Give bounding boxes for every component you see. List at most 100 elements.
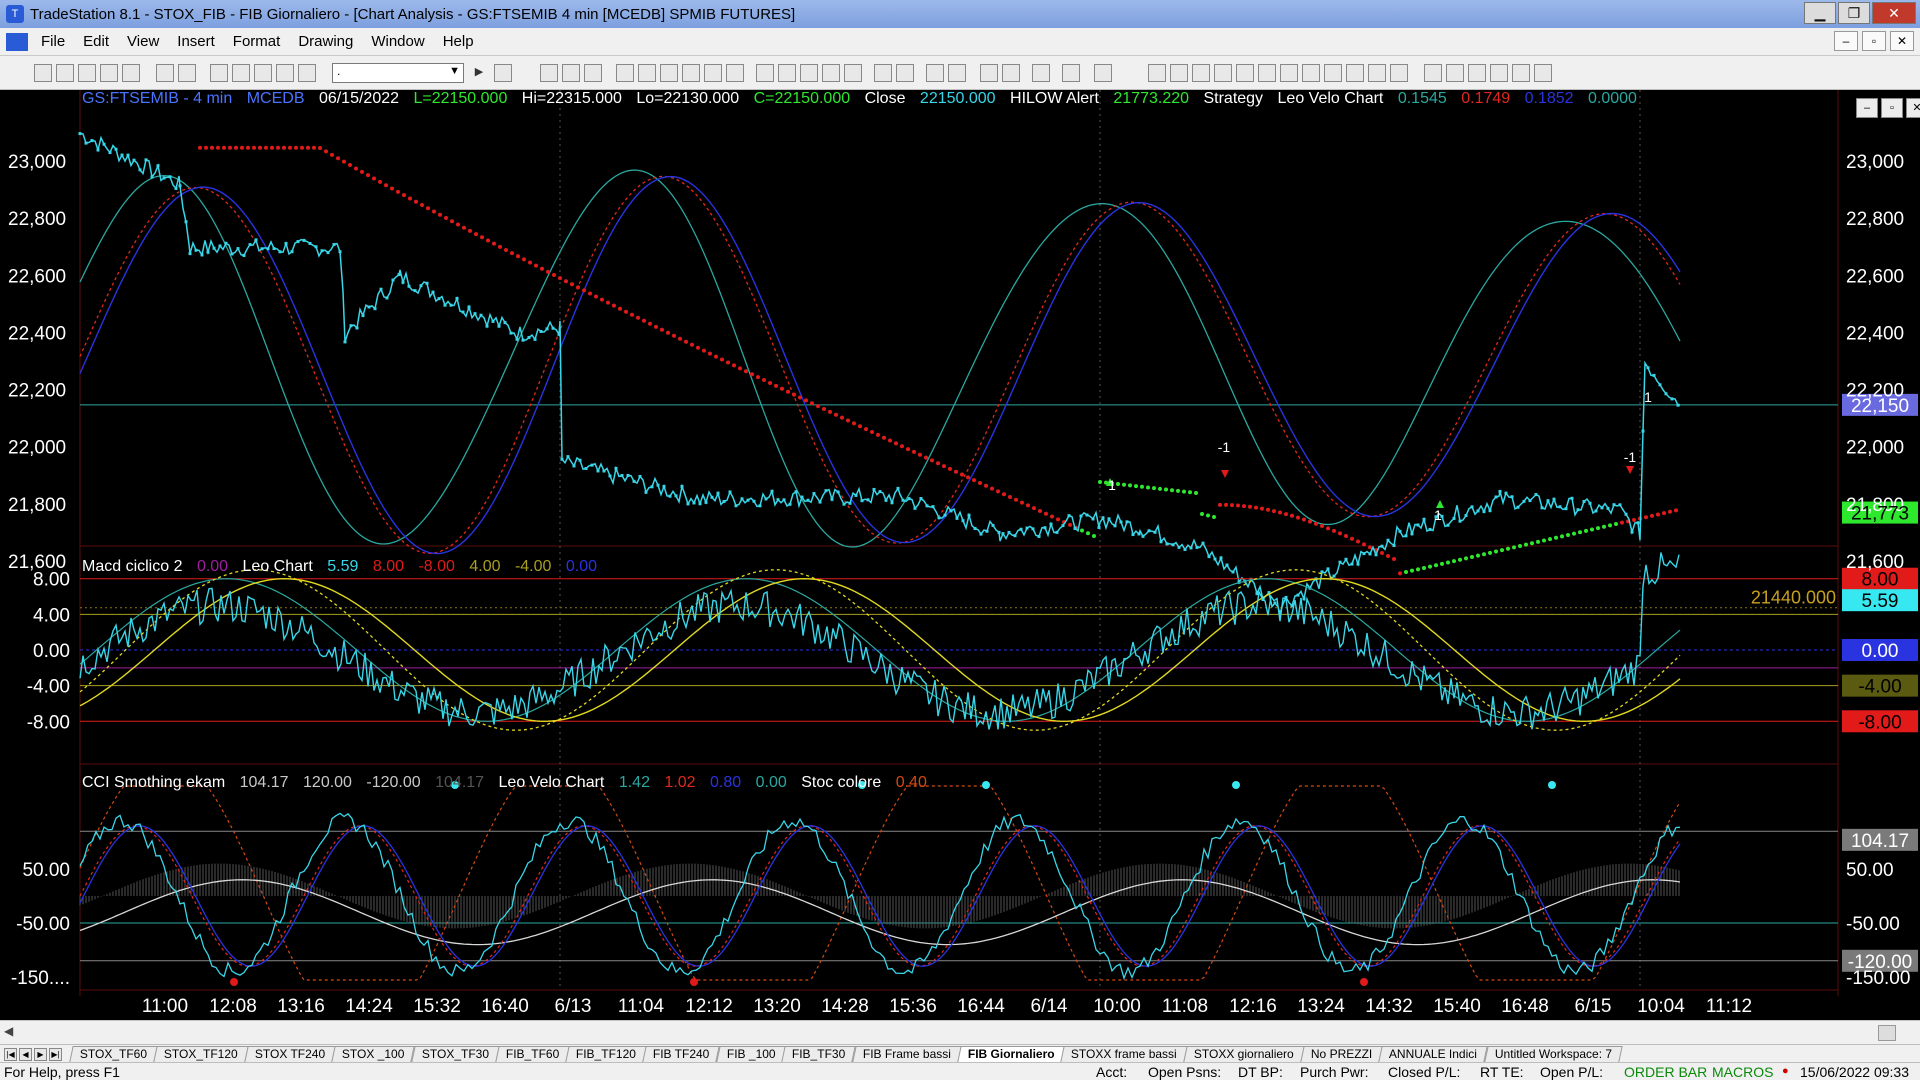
close-button[interactable]: ✕ xyxy=(1872,2,1916,24)
scroll-left-arrow-icon[interactable]: ◀ xyxy=(4,1024,13,1038)
workspace-tab[interactable]: FIB Giornaliero xyxy=(957,1046,1066,1062)
regression-icon[interactable] xyxy=(1324,64,1342,82)
workspace-tab[interactable]: STOXX frame bassi xyxy=(1060,1046,1189,1062)
crosshair-icon[interactable] xyxy=(1002,64,1020,82)
gann-fan-icon[interactable] xyxy=(1214,64,1232,82)
arrow-down-icon[interactable] xyxy=(1446,64,1464,82)
zoom-out-icon[interactable] xyxy=(948,64,966,82)
play-icon[interactable]: ▶ xyxy=(470,64,488,82)
workspace-tab[interactable]: STOX TF240 xyxy=(244,1046,336,1062)
chart-analysis-window[interactable]: -1 1 1 -1 1 23,000 23,000 22,800 22,800 22,600 22,… xyxy=(0,90,1920,1020)
pane-close-button[interactable]: ✕ xyxy=(1906,98,1920,118)
menu-insert[interactable]: Insert xyxy=(168,33,224,50)
tab-prev-button[interactable]: ◀ xyxy=(19,1047,32,1061)
rectangle-icon[interactable] xyxy=(1512,64,1530,82)
workspace-tab[interactable]: Untitled Workspace: 7 xyxy=(1483,1046,1623,1062)
format-symbol-icon[interactable] xyxy=(494,64,512,82)
point-figure-icon[interactable] xyxy=(822,64,840,82)
channel-icon[interactable] xyxy=(1302,64,1320,82)
tab-first-button[interactable]: |◀ xyxy=(4,1047,17,1061)
hammer-icon[interactable] xyxy=(1032,64,1050,82)
candlestick-icon[interactable] xyxy=(778,64,796,82)
menu-edit[interactable]: Edit xyxy=(74,33,118,50)
workspace-tab[interactable]: FIB _100 xyxy=(716,1046,787,1062)
new-icon[interactable] xyxy=(34,64,52,82)
workspace-tab[interactable]: STOX_TF120 xyxy=(153,1046,249,1062)
open-icon[interactable] xyxy=(56,64,74,82)
workspace-tab[interactable]: STOX_TF60 xyxy=(69,1046,158,1062)
tab-next-button[interactable]: ▶ xyxy=(34,1047,47,1061)
paintbar-icon[interactable] xyxy=(682,64,700,82)
trendline-icon[interactable] xyxy=(1148,64,1166,82)
pane-minimize-button[interactable]: – xyxy=(1856,98,1878,118)
horizontal-scrollbar[interactable]: ◀ xyxy=(0,1020,1920,1044)
title-bar[interactable]: T TradeStation 8.1 - STOX_FIB - FIB Gior… xyxy=(0,0,1920,28)
line-chart-icon[interactable] xyxy=(800,64,818,82)
symbol-dropdown[interactable]: . ▼ xyxy=(332,63,464,83)
maximize-button[interactable]: ❐ xyxy=(1838,2,1870,24)
workspace-tab[interactable]: No PREZZI xyxy=(1300,1046,1384,1062)
fib-fan-icon[interactable] xyxy=(1258,64,1276,82)
lock-icon[interactable] xyxy=(254,64,272,82)
mdi-restore-button[interactable]: ▫ xyxy=(1862,31,1886,51)
cut-icon[interactable] xyxy=(210,64,228,82)
workspace-tab[interactable]: STOXX giornaliero xyxy=(1183,1046,1305,1062)
speedline-icon[interactable] xyxy=(1236,64,1254,82)
pencil-icon[interactable] xyxy=(1390,64,1408,82)
pane-restore-button[interactable]: ▫ xyxy=(1881,98,1903,118)
menu-view[interactable]: View xyxy=(118,33,168,50)
arrow-icon[interactable] xyxy=(1346,64,1364,82)
workspace-tab[interactable]: FIB_TF120 xyxy=(565,1046,647,1062)
chart-window-icon[interactable] xyxy=(6,32,28,51)
zoom-in-icon[interactable] xyxy=(926,64,944,82)
copy-icon[interactable] xyxy=(232,64,250,82)
bar-chart-icon[interactable] xyxy=(756,64,774,82)
alert-icon[interactable] xyxy=(1062,64,1080,82)
menu-help[interactable]: Help xyxy=(434,33,483,50)
workspace-tab[interactable]: STOX _100 xyxy=(331,1046,416,1062)
menu-file[interactable]: File xyxy=(32,33,74,50)
data-window-icon[interactable] xyxy=(1094,64,1112,82)
print-preview-icon[interactable] xyxy=(178,64,196,82)
open-workspace-icon[interactable] xyxy=(78,64,96,82)
activity-bar-icon[interactable] xyxy=(704,64,722,82)
scroll-left-icon[interactable] xyxy=(874,64,892,82)
chart-canvas[interactable]: -1 1 1 -1 1 23,000 23,000 22,800 22,800 22,600 22,… xyxy=(0,90,1920,1020)
strategy-icon[interactable] xyxy=(638,64,656,82)
palette-icon[interactable] xyxy=(276,64,294,82)
mdi-close-button[interactable]: ✕ xyxy=(1890,31,1914,51)
tab-last-button[interactable]: ▶| xyxy=(49,1047,62,1061)
paste-icon[interactable] xyxy=(298,64,316,82)
text-tool-icon[interactable] xyxy=(1534,64,1552,82)
menu-window[interactable]: Window xyxy=(362,33,433,50)
probability-map-icon[interactable] xyxy=(726,64,744,82)
showme-icon[interactable] xyxy=(660,64,678,82)
fib-lines-icon[interactable] xyxy=(1170,64,1188,82)
andrews-pitchfork-icon[interactable] xyxy=(1280,64,1298,82)
workspace-tab[interactable]: STOX_TF30 xyxy=(411,1046,500,1062)
menu-format[interactable]: Format xyxy=(224,33,290,50)
save-all-icon[interactable] xyxy=(122,64,140,82)
horizontal-line-icon[interactable] xyxy=(1192,64,1210,82)
arrow-up-icon[interactable] xyxy=(1468,64,1486,82)
workspace-tab[interactable]: FIB_TF30 xyxy=(781,1046,857,1062)
matrix-icon[interactable] xyxy=(584,64,602,82)
radar-screen-icon[interactable] xyxy=(562,64,580,82)
curve-icon[interactable] xyxy=(1424,64,1442,82)
status-order-bar[interactable]: ORDER BAR xyxy=(1624,1064,1707,1080)
status-macros[interactable]: MACROS xyxy=(1712,1064,1773,1080)
chart-window-icon[interactable] xyxy=(540,64,558,82)
minimize-button[interactable]: ▁ xyxy=(1804,2,1836,24)
ellipse-icon[interactable] xyxy=(1490,64,1508,82)
workspace-tab[interactable]: ANNUALE Indici xyxy=(1378,1046,1489,1062)
menu-drawing[interactable]: Drawing xyxy=(289,33,362,50)
scroll-right-icon[interactable] xyxy=(896,64,914,82)
mdi-minimize-button[interactable]: – xyxy=(1834,31,1858,51)
save-icon[interactable] xyxy=(100,64,118,82)
scrollbar-thumb[interactable] xyxy=(1878,1025,1896,1041)
print-icon[interactable] xyxy=(156,64,174,82)
kagi-icon[interactable] xyxy=(844,64,862,82)
pointer-icon[interactable] xyxy=(980,64,998,82)
workspace-tab[interactable]: FIB Frame bassi xyxy=(852,1046,962,1062)
workspace-tab[interactable]: FIB TF240 xyxy=(642,1046,721,1062)
